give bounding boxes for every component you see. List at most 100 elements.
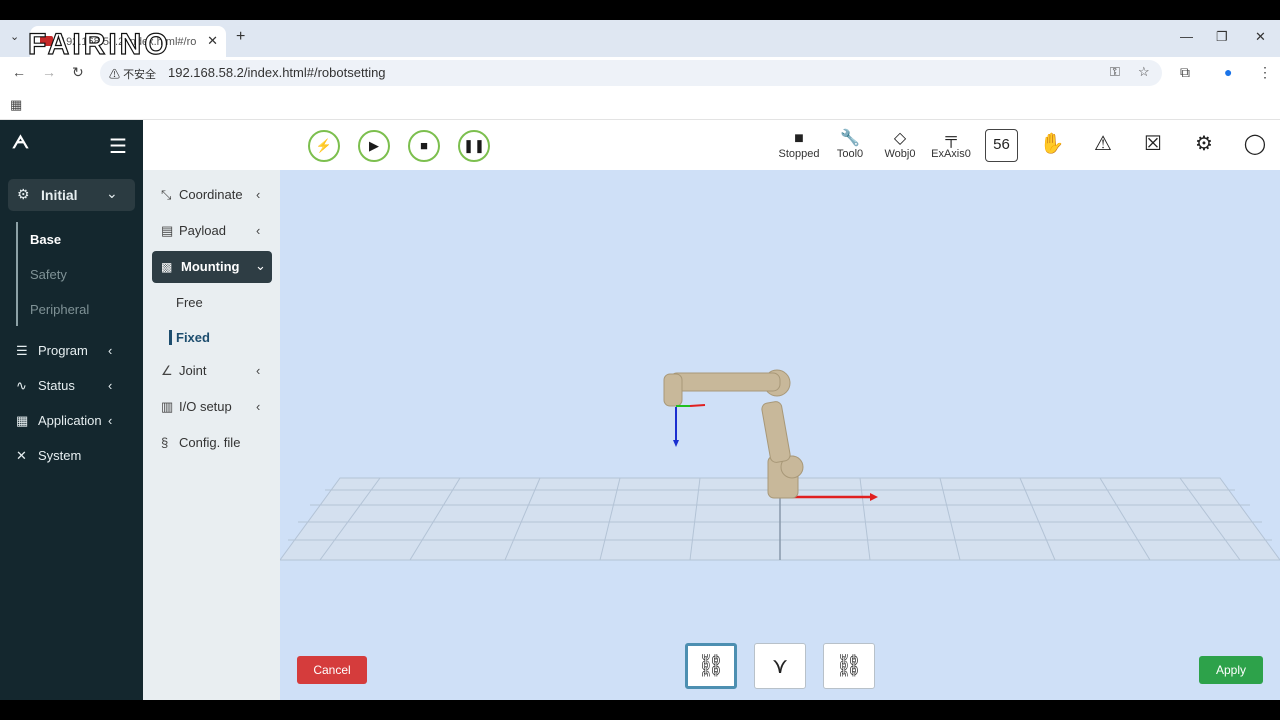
chevron-left-icon: ‹ [256, 223, 261, 238]
settings-subnav: ⤡ Coordinate ‹ ▤ Payload ‹ ▩ Mounting ⌄ Fr… [143, 170, 280, 700]
app-root: ᗅ ☰ ⚙ Initial ⌄ Base Safety Peripheral ☰… [0, 120, 1280, 700]
letterbox-bottom [0, 700, 1280, 720]
coordinate-icon: ⤡ [161, 187, 172, 202]
wall-mount-view-button[interactable]: ⋎ [754, 643, 806, 689]
sidebar-item-label: Initial [41, 187, 78, 203]
wall-mount-icon: ⋎ [771, 653, 789, 678]
sidebar-subitem-peripheral[interactable]: Peripheral [30, 302, 89, 317]
control-topbar: ⚡ ▶ ■ ❚❚ ■ Stopped 🔧 Tool0 ◇ Wobj0 ╤ ExA… [143, 120, 1280, 170]
chevron-left-icon: ‹ [108, 413, 113, 428]
io-icon: ▥ [161, 399, 174, 414]
mounting-icon: ▩ [161, 260, 173, 274]
user-icon[interactable]: ◯ [1239, 131, 1271, 156]
password-key-icon[interactable]: ⚿ [1110, 64, 1120, 80]
close-window-button[interactable]: ✕ [1255, 29, 1266, 45]
browser-menu-icon[interactable]: ⋮ [1258, 64, 1272, 81]
payload-icon: ▤ [161, 223, 174, 238]
back-icon[interactable]: ← [12, 64, 26, 80]
subnav-label: I/O setup [179, 399, 232, 414]
extensions-icon[interactable]: ⧉ [1180, 64, 1190, 81]
power-icon[interactable]: ⚡ [308, 130, 340, 162]
tool-indicator[interactable]: 🔧 Tool0 [831, 130, 869, 160]
browser-tabstrip: ⌄ 192.168.58.2/index.html#/ro ✕ + — ❐ ✕ [0, 20, 1280, 57]
maximize-button[interactable]: ❐ [1216, 29, 1228, 45]
sidebar-item-status[interactable]: ∿ Status ‹ [16, 378, 112, 394]
status-label: ExAxis0 [931, 148, 971, 160]
ceiling-mount-view-button[interactable]: ⛓ [823, 643, 875, 689]
insecure-label: 不安全 [123, 69, 157, 81]
cancel-button[interactable]: Cancel [297, 656, 367, 684]
warning-icon[interactable]: ⚠ [1087, 131, 1119, 156]
robot-scene [279, 369, 1280, 561]
apps-grid-icon[interactable]: ▦ [10, 97, 22, 113]
speed-value-box[interactable]: 56 [985, 129, 1018, 162]
subnav-item-joint[interactable]: ∠ Joint ‹ [161, 363, 260, 379]
sidebar-item-application[interactable]: ▦ Application ‹ [16, 413, 112, 429]
sidebar-item-system[interactable]: ✕ System [16, 448, 81, 464]
subnav-label: Payload [179, 223, 226, 238]
document-icon: ☰ [16, 343, 28, 358]
status-label: Stopped [778, 148, 820, 160]
ceiling-mount-icon: ⛓ [835, 653, 863, 678]
address-bar[interactable]: ⚠ 不安全 192.168.58.2/index.html#/robotsett… [100, 60, 1162, 86]
gear-icon: ⚙ [17, 186, 30, 202]
letterbox-top [0, 0, 1280, 20]
robot-icon[interactable]: ⚙ [1188, 131, 1220, 156]
reload-icon[interactable]: ↻ [72, 64, 84, 81]
subnav-label: Coordinate [179, 187, 243, 202]
sidebar-item-label: Program [38, 343, 88, 358]
subnav-label: Config. file [179, 435, 241, 450]
subnav-label: Joint [179, 363, 207, 378]
tool-x-axis [689, 404, 706, 407]
subnav-label: Mounting [181, 259, 240, 274]
mounting-option-free[interactable]: Free [176, 295, 203, 310]
eraser-icon: ◇ [893, 130, 907, 147]
sidebar: ᗅ ☰ ⚙ Initial ⌄ Base Safety Peripheral ☰… [0, 120, 143, 700]
subnav-item-mounting[interactable]: ▩ Mounting ⌄ [152, 251, 272, 283]
fairino-mark-icon[interactable]: ᗅ [12, 132, 29, 153]
forward-icon[interactable]: → [42, 64, 56, 80]
play-icon[interactable]: ▶ [358, 130, 390, 162]
bookmark-star-icon[interactable]: ☆ [1138, 64, 1150, 80]
mounting-option-fixed[interactable]: Fixed [169, 330, 210, 345]
status-label: Tool0 [836, 148, 864, 160]
sidebar-subitem-safety[interactable]: Safety [30, 267, 67, 282]
sidebar-subitem-base[interactable]: Base [30, 232, 61, 247]
minimize-button[interactable]: — [1180, 29, 1193, 44]
stop-icon[interactable]: ■ [408, 130, 440, 162]
exaxis-indicator[interactable]: ╤ ExAxis0 [928, 130, 974, 160]
apply-button[interactable]: Apply [1199, 656, 1263, 684]
wrench-icon: 🔧 [840, 130, 860, 147]
insecure-warning[interactable]: ⚠ 不安全 [109, 66, 156, 82]
profile-icon[interactable]: ● [1224, 64, 1232, 80]
robot-3d-viewport[interactable]: ⛓ ⋎ ⛓ Cancel Apply [279, 170, 1280, 700]
chevron-left-icon: ‹ [256, 187, 261, 202]
wobj-indicator[interactable]: ◇ Wobj0 [880, 130, 920, 160]
new-tab-button[interactable]: + [236, 28, 245, 46]
floor-mount-view-button[interactable]: ⛓ [685, 643, 737, 689]
tab-close-icon[interactable]: ✕ [207, 33, 218, 49]
pause-icon[interactable]: ❚❚ [458, 130, 490, 162]
url-text[interactable]: 192.168.58.2/index.html#/robotsetting [168, 65, 386, 80]
chevron-left-icon: ‹ [256, 399, 261, 414]
stop-square-icon: ■ [794, 130, 804, 147]
subnav-item-coordinate[interactable]: ⤡ Coordinate ‹ [161, 187, 260, 203]
chevron-left-icon: ‹ [256, 363, 261, 378]
chevron-left-icon: ‹ [108, 378, 113, 393]
hand-guide-icon[interactable]: ☒ [1137, 131, 1169, 156]
exaxis-icon: ╤ [945, 130, 957, 147]
subnav-item-payload[interactable]: ▤ Payload ‹ [161, 223, 260, 239]
hamburger-menu-icon[interactable]: ☰ [109, 134, 127, 159]
browser-toolbar: ← → ↻ ⚠ 不安全 192.168.58.2/index.html#/rob… [0, 57, 1280, 89]
sidebar-item-initial[interactable]: ⚙ Initial ⌄ [8, 179, 135, 211]
robot-state-stopped[interactable]: ■ Stopped [776, 130, 822, 160]
tool-z-arrowhead [673, 440, 679, 447]
sidebar-item-label: System [38, 448, 82, 463]
tab-list-icon[interactable]: ⌄ [10, 30, 19, 43]
subnav-item-io-setup[interactable]: ▥ I/O setup ‹ [161, 399, 260, 415]
subnav-item-config-file[interactable]: § Config. file [161, 435, 240, 450]
status-label: Wobj0 [884, 148, 916, 160]
sidebar-item-program[interactable]: ☰ Program ‹ [16, 343, 112, 359]
floor-mount-icon: ⛓ [697, 653, 725, 678]
hand-icon[interactable]: ✋ [1036, 131, 1068, 156]
